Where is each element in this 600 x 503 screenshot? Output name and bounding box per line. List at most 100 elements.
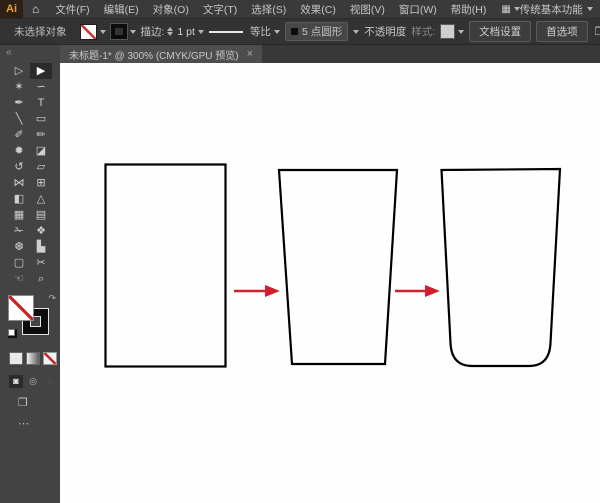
menu-item-edit[interactable]: 编辑(E): [97, 4, 146, 16]
tool-type-icon[interactable]: T: [30, 95, 52, 111]
menu-item-view[interactable]: 视图(V): [343, 4, 392, 16]
chevron-down-icon[interactable]: [198, 30, 204, 34]
menu-item-help[interactable]: 帮助(H): [444, 4, 494, 16]
preferences-button[interactable]: 首选项: [536, 21, 588, 42]
canvas[interactable]: [60, 63, 600, 503]
fill-none-swatch[interactable]: [80, 24, 97, 40]
document-setup-button[interactable]: 文档设置: [469, 21, 531, 42]
shape-rounded-trapezoid[interactable]: [442, 169, 561, 366]
fill-swatch-none[interactable]: [9, 296, 33, 320]
illustrator-window: Ai ⌂ 文件(F)编辑(E)对象(O)文字(T)选择(S)效果(C)视图(V)…: [0, 0, 600, 503]
stroke-width-stepper[interactable]: [167, 27, 173, 36]
menu-items: 文件(F)编辑(E)对象(O)文字(T)选择(S)效果(C)视图(V)窗口(W)…: [48, 2, 493, 17]
tool-mesh-icon[interactable]: ▦: [8, 207, 30, 223]
menu-item-select[interactable]: 选择(S): [244, 4, 293, 16]
chevron-down-icon: [274, 30, 280, 34]
screen-mode-button[interactable]: ❐: [18, 396, 28, 409]
shape-trapezoid[interactable]: [279, 170, 397, 364]
menu-item-file[interactable]: 文件(F): [48, 4, 96, 16]
tool-rotate-icon[interactable]: ↺: [8, 159, 30, 175]
tool-rectangle-icon[interactable]: ▭: [30, 111, 52, 127]
tool-pencil-icon[interactable]: ✏: [30, 127, 52, 143]
workspace-switcher[interactable]: 传统基本功能: [520, 2, 593, 17]
tool-direct-selection-icon[interactable]: ▷: [8, 63, 30, 79]
tool-slice-icon[interactable]: ✂: [30, 255, 52, 271]
tool-eraser-icon[interactable]: ◪: [30, 143, 52, 159]
home-icon[interactable]: ⌂: [23, 2, 48, 16]
color-mode-buttons: [9, 352, 57, 365]
tool-pen-icon[interactable]: ✒: [8, 95, 30, 111]
panel-icon[interactable]: ❐: [595, 25, 600, 38]
tool-perspective-grid-icon[interactable]: △: [30, 191, 52, 207]
tool-artboard-icon[interactable]: ▢: [8, 255, 30, 271]
tool-scale-icon[interactable]: ▱: [30, 159, 52, 175]
document-area: 未标题-1* @ 300% (CMYK/GPU 预览) ×: [60, 45, 600, 503]
profile-label: 等比: [250, 24, 271, 39]
tool-blend-icon[interactable]: ❖: [30, 223, 52, 239]
brush-swatch-icon: [291, 28, 298, 35]
stroke-width-value[interactable]: 1 pt: [177, 26, 195, 38]
illustrator-logo-icon[interactable]: Ai: [0, 0, 23, 18]
tool-hand-icon[interactable]: ☜: [8, 271, 30, 287]
fill-color-control[interactable]: [80, 24, 106, 40]
artwork-svg: [60, 63, 600, 503]
tool-width-icon[interactable]: ⋈: [8, 175, 30, 191]
tool-eyedropper-icon[interactable]: ✁: [8, 223, 30, 239]
tool-free-transform-icon[interactable]: ⊞: [30, 175, 52, 191]
menu-item-window[interactable]: 窗口(W): [392, 4, 444, 16]
tool-selection-icon[interactable]: ▶: [30, 63, 52, 79]
stroke-profile-preview: [209, 31, 243, 33]
color-button[interactable]: [9, 352, 23, 365]
opacity-link[interactable]: 不透明度: [364, 24, 406, 39]
tab-bar: 未标题-1* @ 300% (CMYK/GPU 预览) ×: [60, 45, 600, 63]
workspace-label: 传统基本功能: [520, 2, 583, 17]
tool-magic-wand-icon[interactable]: ✶: [8, 79, 30, 95]
tool-lasso-icon[interactable]: ∽: [30, 79, 52, 95]
gradient-button[interactable]: [26, 352, 40, 365]
menu-item-object[interactable]: 对象(O): [146, 4, 196, 16]
document-tab[interactable]: 未标题-1* @ 300% (CMYK/GPU 预览) ×: [60, 45, 262, 63]
menu-item-effect[interactable]: 效果(C): [293, 4, 343, 16]
stroke-color-control[interactable]: [111, 24, 136, 39]
menu-item-type[interactable]: 文字(T): [196, 4, 244, 16]
swap-fill-stroke-icon[interactable]: ↷: [48, 293, 56, 304]
none-button[interactable]: [43, 352, 57, 365]
draw-mode-buttons: ◙◎◌: [9, 375, 57, 388]
tool-shape-builder-icon[interactable]: ◧: [8, 191, 30, 207]
edit-toolbar-button[interactable]: ⋯: [18, 417, 30, 430]
tool-gradient-icon[interactable]: ▤: [30, 207, 52, 223]
tool-zoom-icon[interactable]: ⌕: [30, 271, 52, 287]
tool-grid: ▷▶✶∽✒T╲▭✐✏✹◪↺▱⋈⊞◧△▦▤✁❖❆▙▢✂☜⌕: [8, 63, 52, 287]
tool-graph-icon[interactable]: ▙: [30, 239, 52, 255]
default-fill-stroke-icon[interactable]: [8, 329, 17, 338]
arrow-2[interactable]: [395, 285, 440, 297]
chevron-down-icon: [458, 30, 464, 34]
chevron-down-icon: [130, 30, 136, 34]
style-swatch: [440, 24, 455, 39]
chevron-down-icon: [587, 7, 593, 11]
tool-blob-brush-icon[interactable]: ✹: [8, 143, 30, 159]
menu-bar: Ai ⌂ 文件(F)编辑(E)对象(O)文字(T)选择(S)效果(C)视图(V)…: [0, 0, 600, 19]
style-dropdown[interactable]: [440, 24, 464, 39]
arrange-documents-dropdown[interactable]: ▦: [501, 4, 519, 15]
tool-paintbrush-icon[interactable]: ✐: [8, 127, 30, 143]
arrange-documents-icon: ▦: [501, 4, 510, 15]
fill-stroke-indicator: ↷: [8, 296, 56, 342]
collapse-toolbar-button[interactable]: «: [0, 45, 66, 63]
width-profile-dropdown[interactable]: 等比: [209, 24, 280, 39]
close-tab-icon[interactable]: ×: [247, 48, 253, 60]
stroke-label: 描边:: [141, 24, 165, 39]
brush-dropdown[interactable]: 5 点圆形: [285, 22, 348, 41]
arrow-1[interactable]: [234, 285, 280, 297]
tool-symbol-sprayer-icon[interactable]: ❆: [8, 239, 30, 255]
draw-inside-button[interactable]: ◌: [43, 375, 57, 388]
tool-line-segment-icon[interactable]: ╲: [8, 111, 30, 127]
draw-normal-button[interactable]: ◙: [9, 375, 23, 388]
document-tab-title: 未标题-1* @ 300% (CMYK/GPU 预览): [69, 47, 239, 62]
chevron-down-icon[interactable]: [353, 30, 359, 34]
shape-rectangle[interactable]: [106, 165, 226, 367]
toolbar: « ▷▶✶∽✒T╲▭✐✏✹◪↺▱⋈⊞◧△▦▤✁❖❆▙▢✂☜⌕ ↷ ◙◎◌ ❐ ⋯: [0, 45, 60, 503]
selection-status: 未选择对象: [14, 24, 67, 39]
draw-behind-button[interactable]: ◎: [26, 375, 40, 388]
stroke-color-swatch[interactable]: [111, 24, 127, 39]
